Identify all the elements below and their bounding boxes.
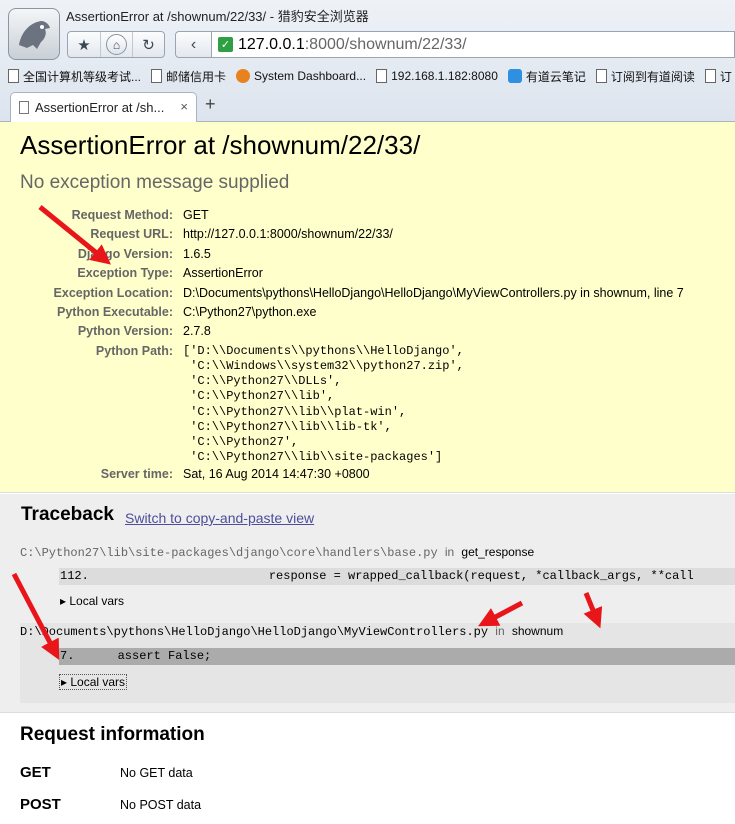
bookmark-label: 有道云笔记 [525, 69, 586, 84]
post-value: No POST data [120, 798, 202, 812]
post-label: POST [20, 796, 61, 813]
bookmark-item[interactable]: System Dashboard... [236, 69, 366, 83]
page-icon [151, 69, 163, 83]
python-path-value: ['D:\\Documents\\pythons\\HelloDjango', … [183, 343, 464, 465]
close-icon[interactable]: × [180, 99, 188, 114]
meta-row-python-path: Python Path: ['D:\\Documents\\pythons\\He… [0, 342, 735, 466]
url-path: :8000/shownum/22/33/ [304, 35, 467, 53]
frame-function: get_response [461, 545, 535, 559]
meta-value: C:\Python27\python.exe [183, 305, 317, 320]
bookmarks-bar: 全国计算机等级考试... 邮储信用卡 System Dashboard... 1… [0, 64, 735, 88]
frame-path: D:\Documents\pythons\HelloDjango\HelloDj… [20, 625, 489, 639]
meta-row-server-time: Server time: Sat, 16 Aug 2014 14:47:30 +0… [0, 465, 735, 484]
bookmark-label: 邮储信用卡 [166, 69, 227, 84]
local-vars-toggle[interactable]: ▸ Local vars [59, 674, 128, 690]
secure-check-icon: ✓ [218, 37, 233, 52]
meta-row-python-executable: Python Executable: C:\Python27\python.exe [0, 303, 735, 322]
bookmark-label: 192.168.1.182:8080 [391, 69, 498, 83]
meta-key: Server time: [100, 467, 173, 482]
meta-value: D:\Documents\pythons\HelloDjango\HelloDj… [183, 285, 684, 300]
meta-row-exception-location: Exception Location: D:\Documents\pythons\… [0, 284, 735, 303]
meta-row-request-url: Request URL: http://127.0.0.1:8000/shownu… [0, 225, 735, 244]
context-line[interactable]: 7. assert False; [59, 648, 735, 665]
page-icon [704, 69, 716, 83]
page-icon [376, 69, 388, 83]
error-summary: AssertionError at /shownum/22/33/ No exc… [0, 122, 735, 493]
cheetah-logo-icon[interactable] [8, 8, 60, 60]
home-button[interactable]: ⌂ [100, 32, 132, 57]
frame-in: in [444, 545, 455, 559]
traceback-heading: Traceback [21, 504, 114, 525]
nav-button-group: ★ ⌂ ↻ [67, 31, 165, 58]
exception-message: No exception message supplied [20, 172, 290, 193]
frame-path: C:\Python27\lib\site-packages\django\cor… [20, 546, 438, 560]
page-title: AssertionError at /shownum/22/33/ [20, 130, 421, 160]
bookmark-label: 订阅到有道阅读 [610, 69, 695, 84]
frame-filename: D:\Documents\pythons\HelloDjango\HelloDj… [20, 624, 563, 639]
bookmark-item[interactable]: 订 [704, 68, 732, 85]
bookmark-item[interactable]: 192.168.1.182:8080 [376, 69, 498, 83]
home-icon: ⌂ [106, 34, 127, 55]
request-info-heading: Request information [20, 724, 205, 745]
tab-label: AssertionError at /sh... [35, 100, 165, 115]
new-tab-plus-icon[interactable]: + [205, 94, 216, 115]
meta-value: 1.6.5 [183, 246, 211, 261]
bookmark-label: System Dashboard... [254, 69, 367, 83]
request-meta-table: Request Method: GET Request URL: http://12… [0, 206, 735, 485]
get-label: GET [20, 764, 51, 781]
meta-row-exception-type: Exception Type: AssertionError [0, 264, 735, 283]
request-info-section: Request information GET No GET data POST… [0, 714, 735, 824]
page-icon [8, 69, 19, 83]
browser-chrome: AssertionError at /shownum/22/33/ - 猎豹安全… [0, 0, 735, 122]
frame-in: in [495, 624, 505, 638]
meta-value: Sat, 16 Aug 2014 14:47:30 +0800 [183, 467, 370, 482]
tab-bar: AssertionError at /sh... × + [0, 90, 735, 122]
window-title: AssertionError at /shownum/22/33/ - 猎豹安全… [66, 9, 369, 24]
meta-row-django-version: Django Version: 1.6.5 [0, 245, 735, 264]
context-line[interactable]: 112. response = wrapped_callback(request… [59, 568, 735, 585]
meta-value: 2.7.8 [183, 324, 211, 339]
meta-row-python-version: Python Version: 2.7.8 [0, 322, 735, 341]
meta-value: http://127.0.0.1:8000/shownum/22/33/ [183, 227, 393, 242]
traceback-section: Traceback Switch to copy-and-paste view … [0, 494, 735, 713]
local-vars-toggle[interactable]: ▸ Local vars [60, 594, 124, 608]
frame-filename: C:\Python27\lib\site-packages\django\cor… [20, 545, 534, 560]
note-icon [507, 69, 522, 83]
page-icon [595, 69, 607, 83]
url-host: 127.0.0.1 [238, 35, 305, 53]
meta-key: Exception Type: [77, 266, 173, 281]
meta-key: Exception Location: [53, 285, 173, 300]
meta-key: Python Path: [95, 343, 173, 358]
bookmark-item[interactable]: 全国计算机等级考试... [8, 68, 141, 85]
bookmark-label: 订 [719, 69, 732, 84]
refresh-icon[interactable]: ↻ [132, 32, 164, 57]
bookmark-item[interactable]: 订阅到有道阅读 [595, 68, 695, 85]
frame-function: shownum [511, 624, 564, 638]
orange-logo-icon [236, 69, 251, 83]
back-arrow-icon[interactable]: ‹ [175, 31, 211, 58]
tab-active[interactable]: AssertionError at /sh... × [10, 92, 197, 122]
address-bar[interactable]: ✓ 127.0.0.1:8000/shownum/22/33/ [211, 31, 735, 58]
switch-view-link[interactable]: Switch to copy-and-paste view [125, 510, 314, 526]
page-icon [19, 101, 29, 114]
bookmark-item[interactable]: 邮储信用卡 [151, 68, 226, 85]
bookmark-item[interactable]: 有道云笔记 [507, 68, 586, 85]
meta-value: GET [183, 208, 209, 222]
meta-key: Python Executable: [57, 305, 173, 320]
user-frame: D:\Documents\pythons\HelloDjango\HelloDj… [20, 623, 735, 703]
meta-row-request-method: Request Method: GET [0, 206, 735, 225]
favorite-star-icon[interactable]: ★ [68, 32, 100, 57]
meta-key: Request URL: [90, 227, 173, 242]
meta-key: Request Method: [71, 208, 173, 222]
meta-key: Python Version: [77, 324, 173, 339]
meta-value: AssertionError [183, 266, 263, 281]
meta-key: Django Version: [77, 246, 173, 261]
bookmark-label: 全国计算机等级考试... [23, 69, 142, 84]
get-value: No GET data [120, 766, 193, 780]
